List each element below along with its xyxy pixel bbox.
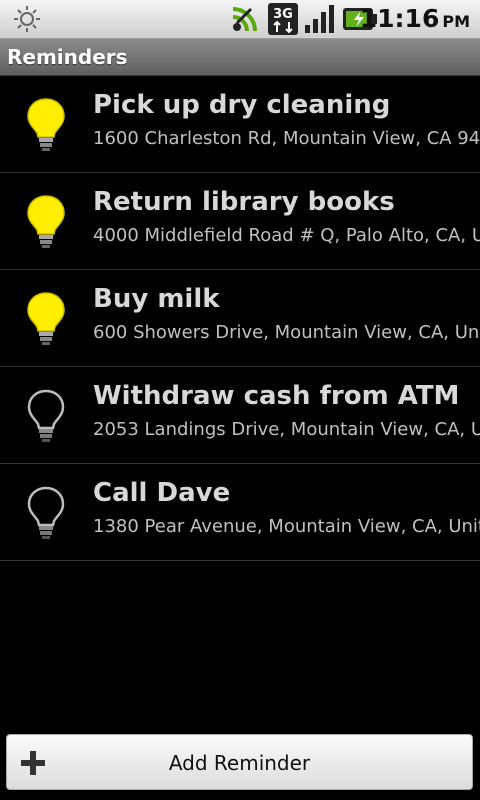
- wifi-icon: [228, 0, 264, 38]
- network-type-label: 3G: [273, 7, 293, 22]
- reminder-title: Call Dave: [93, 478, 231, 508]
- title-bar: Reminders: [0, 39, 480, 76]
- reminder-address: 600 Showers Drive, Mountain View, CA, Un…: [93, 322, 480, 343]
- reminder-row[interactable]: Pick up dry cleaning 1600 Charleston Rd,…: [0, 76, 480, 173]
- reminder-title: Buy milk: [93, 284, 220, 314]
- reminder-address: 2053 Landings Drive, Mountain View, CA, …: [93, 419, 480, 440]
- reminder-list: Pick up dry cleaning 1600 Charleston Rd,…: [0, 76, 480, 561]
- clock-time: 11:16: [359, 4, 440, 33]
- reminder-row[interactable]: Buy milk 600 Showers Drive, Mountain Vie…: [0, 270, 480, 367]
- lightbulb-on-icon[interactable]: [26, 291, 66, 347]
- sync-icon: [10, 0, 44, 38]
- signal-icon: [302, 0, 338, 38]
- clock-ampm: PM: [442, 12, 470, 31]
- reminder-row[interactable]: Call Dave 1380 Pear Avenue, Mountain Vie…: [0, 464, 480, 561]
- reminder-title: Return library books: [93, 187, 395, 217]
- reminder-title: Pick up dry cleaning: [93, 90, 391, 120]
- status-clock: 11:16 PM: [360, 0, 470, 38]
- lightbulb-on-icon[interactable]: [26, 97, 66, 153]
- reminder-address: 4000 Middlefield Road # Q, Palo Alto, CA…: [93, 225, 480, 246]
- add-reminder-button[interactable]: Add Reminder: [6, 734, 473, 790]
- lightbulb-off-icon[interactable]: [26, 388, 66, 444]
- lightbulb-off-icon[interactable]: [26, 485, 66, 541]
- add-reminder-label: Add Reminder: [168, 751, 311, 775]
- reminder-address: 1380 Pear Avenue, Mountain View, CA, Uni…: [93, 516, 480, 537]
- status-bar: 3G 11:16 PM: [0, 0, 480, 39]
- reminder-address: 1600 Charleston Rd, Mountain View, CA 94…: [93, 128, 480, 149]
- 3g-icon: 3G: [266, 0, 300, 38]
- page-title: Reminders: [7, 45, 128, 69]
- reminder-row[interactable]: Withdraw cash from ATM 2053 Landings Dri…: [0, 367, 480, 464]
- reminder-title: Withdraw cash from ATM: [93, 381, 460, 411]
- lightbulb-on-icon[interactable]: [26, 194, 66, 250]
- bottom-bar: Add Reminder: [0, 725, 480, 800]
- reminder-row[interactable]: Return library books 4000 Middlefield Ro…: [0, 173, 480, 270]
